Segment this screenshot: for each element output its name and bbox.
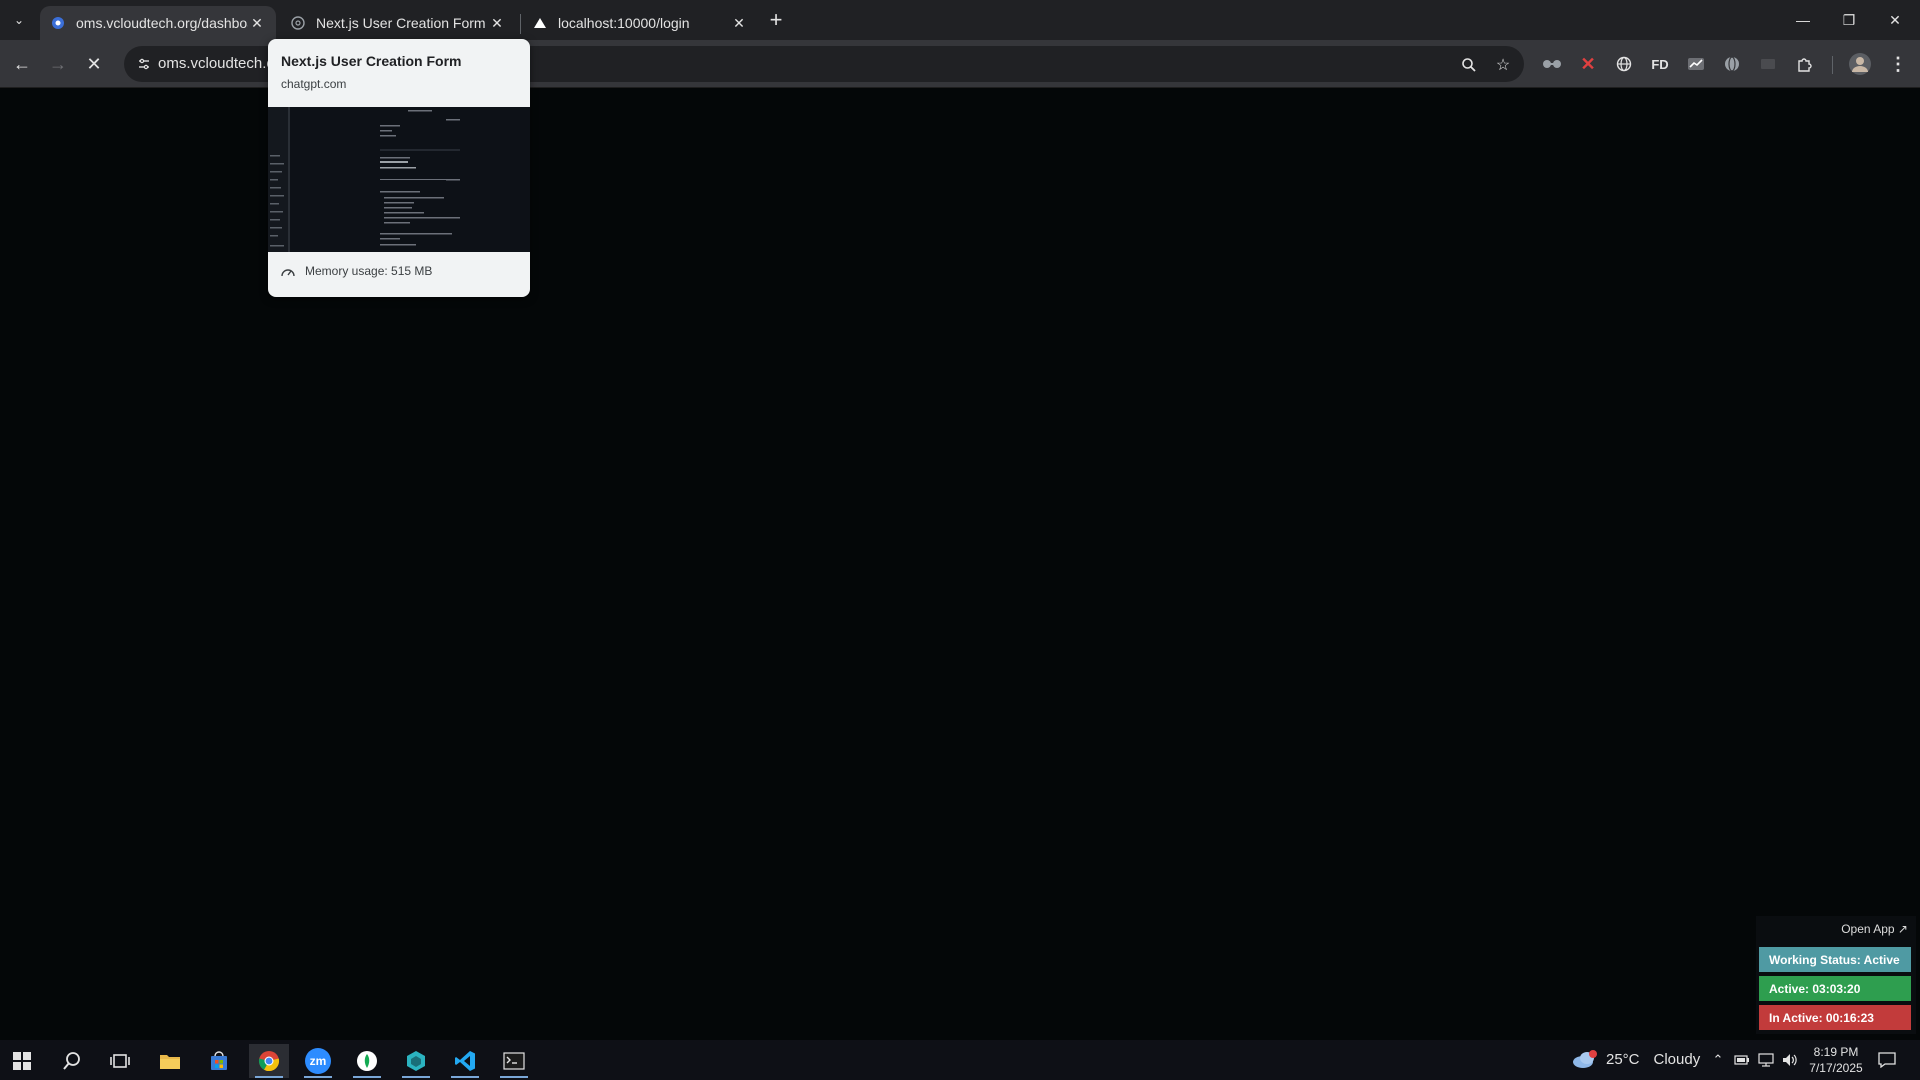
hover-card-memory: Memory usage: 515 MB	[281, 264, 432, 278]
notification-icon	[1878, 1052, 1896, 1068]
site-info-icon[interactable]	[132, 52, 156, 76]
zoom-icon[interactable]: zm	[298, 1044, 338, 1078]
zoom-badge: zm	[305, 1048, 331, 1074]
oms-icon	[50, 15, 66, 31]
globe-alt-ext-icon[interactable]	[1720, 52, 1744, 76]
hover-card-title: Next.js User Creation Form	[281, 53, 462, 69]
hover-card-thumbnail	[268, 107, 530, 252]
clock-date: 7/17/2025	[1809, 1061, 1863, 1075]
close-window-button[interactable]: ✕	[1872, 0, 1918, 40]
restore-button[interactable]: ❐	[1826, 0, 1872, 40]
tab-title: oms.vcloudtech.org/dashboard	[76, 15, 248, 31]
back-button[interactable]: ←	[8, 50, 36, 78]
minimize-button[interactable]: —	[1780, 0, 1826, 40]
mongodb-compass-icon[interactable]	[347, 1044, 387, 1078]
fd-ext-icon[interactable]: FD	[1648, 52, 1672, 76]
task-view-icon[interactable]	[100, 1044, 140, 1078]
chevron-up-icon[interactable]: ⌃	[1708, 1050, 1728, 1070]
forward-button[interactable]: →	[44, 50, 72, 78]
hover-card-domain: chatgpt.com	[281, 77, 347, 91]
zoom-magnifier-icon[interactable]	[1458, 54, 1480, 76]
disabled-ext-icon[interactable]	[1756, 52, 1780, 76]
file-explorer-icon[interactable]	[150, 1044, 190, 1078]
close-icon[interactable]: ✕	[248, 14, 266, 32]
globe-ext-icon[interactable]	[1612, 52, 1636, 76]
clock-time: 8:19 PM	[1813, 1045, 1859, 1059]
terminal-icon[interactable]	[494, 1044, 534, 1078]
minimize-icon: —	[1796, 12, 1810, 28]
glasses-ext-icon[interactable]	[1540, 52, 1564, 76]
avatar[interactable]	[1848, 52, 1872, 76]
open-app-link[interactable]: Open App ↗	[1841, 922, 1908, 936]
windows-start-icon[interactable]	[2, 1044, 42, 1078]
work-status-widget: Open App ↗ Working Status: Active Active…	[1756, 916, 1916, 1034]
tab-title: localhost:10000/login	[558, 15, 690, 31]
cloud-icon	[1573, 1050, 1597, 1068]
tab-nextjs-form[interactable]: Next.js User Creation Form ✕	[280, 6, 516, 40]
stop-loading-button[interactable]: ✕	[80, 50, 108, 78]
tab-strip: ⌄ oms.vcloudtech.org/dashboard ✕ Next.js…	[0, 0, 1920, 40]
toolbar-separator	[1832, 56, 1833, 74]
url-text: oms.vcloudtech.o	[158, 55, 275, 72]
weather-condition: Cloudy	[1653, 1050, 1701, 1068]
close-icon: ✕	[86, 53, 102, 74]
weather-widget[interactable]: 25°C Cloudy	[1572, 1050, 1700, 1068]
notification-center-button[interactable]	[1872, 1048, 1902, 1072]
tab-hover-card: Next.js User Creation Form chatgpt.com M…	[268, 39, 530, 297]
system-clock[interactable]: 8:19 PM 7/17/2025	[1804, 1044, 1868, 1076]
store-icon[interactable]	[199, 1044, 239, 1078]
close-icon[interactable]: ✕	[730, 14, 748, 32]
new-tab-button[interactable]: +	[762, 7, 790, 32]
network-icon[interactable]	[1756, 1050, 1776, 1070]
vscode-icon[interactable]	[445, 1044, 485, 1078]
close-icon: ✕	[1889, 11, 1901, 28]
plus-icon: +	[769, 7, 783, 32]
active-time-badge: Active: 03:03:20	[1759, 976, 1911, 1001]
memory-gauge-icon	[281, 264, 295, 278]
chatgpt-icon	[290, 15, 306, 31]
search-icon[interactable]	[52, 1044, 92, 1078]
volume-icon[interactable]	[1780, 1050, 1800, 1070]
app-hexagon-icon[interactable]	[396, 1044, 436, 1078]
tab-search-button[interactable]: ⌄	[6, 8, 32, 32]
weather-temp: 25°C	[1606, 1050, 1640, 1068]
chevron-down-icon: ⌄	[13, 13, 25, 27]
arrow-right-icon: →	[49, 53, 67, 74]
close-icon[interactable]: ✕	[488, 14, 506, 32]
inactive-time-badge: In Active: 00:16:23	[1759, 1005, 1911, 1030]
tab-title: Next.js User Creation Form	[316, 15, 486, 31]
chart-ext-icon[interactable]	[1684, 52, 1708, 76]
puzzle-icon[interactable]	[1792, 52, 1816, 76]
working-status-badge: Working Status: Active	[1759, 947, 1911, 972]
memory-usage-text: Memory usage: 515 MB	[305, 264, 433, 278]
arrow-left-icon: ←	[13, 53, 31, 74]
red-x-ext-icon[interactable]: ✕	[1576, 52, 1600, 76]
tab-separator	[520, 14, 521, 34]
restore-icon: ❐	[1842, 11, 1856, 28]
battery-icon[interactable]	[1732, 1050, 1752, 1070]
bookmark-star-icon[interactable]: ☆	[1492, 54, 1514, 76]
tab-localhost-login[interactable]: localhost:10000/login ✕	[522, 6, 758, 40]
tab-oms-dashboard[interactable]: oms.vcloudtech.org/dashboard ✕	[40, 6, 276, 40]
windows-taskbar: zm 25°C Cloudy ⌃ 8:19 PM 7/17/2025	[0, 1040, 1920, 1080]
vercel-triangle-icon	[532, 15, 548, 31]
chrome-icon[interactable]	[249, 1044, 289, 1078]
kebab-menu-icon[interactable]: ⋮	[1886, 52, 1910, 76]
